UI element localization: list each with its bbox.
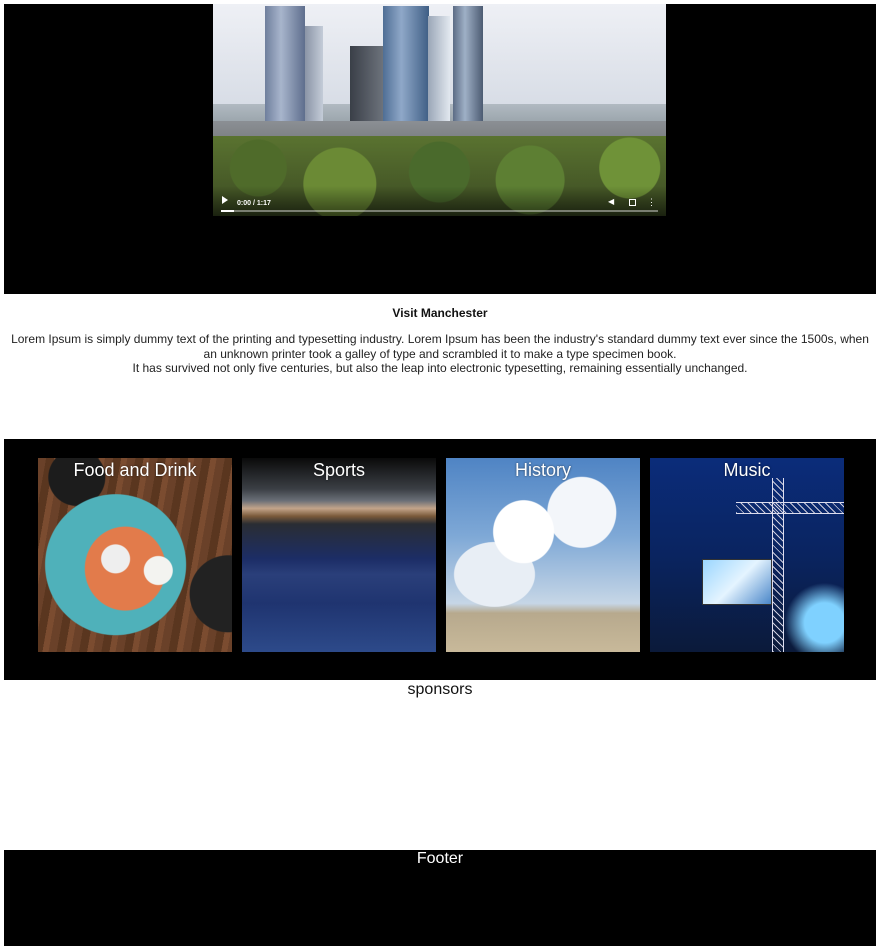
category-label: Music [723, 460, 771, 480]
video-progress-bar[interactable] [221, 210, 658, 212]
sponsors-heading: sponsors [407, 681, 473, 698]
footer-label: Footer [416, 850, 464, 867]
footer: Footer [4, 850, 876, 946]
category-tile-sports[interactable]: Sports [242, 458, 436, 652]
intro-description: Lorem Ipsum is simply dummy text of the … [4, 332, 876, 376]
category-label: Sports [312, 460, 366, 480]
category-tile-history[interactable]: History [446, 458, 640, 652]
category-label: Food and Drink [73, 460, 197, 480]
categories-section: Food and Drink Sports History Music [4, 439, 876, 680]
video-controls: 0:00 / 1:17 ◀ ⋮ [213, 186, 666, 216]
fullscreen-icon[interactable] [629, 199, 636, 206]
video-player[interactable]: 0:00 / 1:17 ◀ ⋮ [213, 4, 666, 216]
category-tile-food-and-drink[interactable]: Food and Drink [38, 458, 232, 652]
hero-section: 0:00 / 1:17 ◀ ⋮ [4, 4, 876, 294]
video-progress-fill [221, 210, 235, 212]
volume-icon[interactable]: ◀ [608, 198, 616, 206]
stage-truss [736, 502, 844, 514]
intro-paragraph-2: It has survived not only five centuries,… [132, 361, 748, 375]
stage-truss [772, 478, 784, 652]
play-icon[interactable] [222, 196, 228, 204]
intro-paragraph-1: Lorem Ipsum is simply dummy text of the … [11, 332, 869, 361]
video-time: 0:00 / 1:17 [237, 200, 271, 207]
more-options-icon[interactable]: ⋮ [647, 198, 656, 207]
category-label: History [514, 460, 571, 480]
page-title: Visit Manchester [392, 306, 488, 320]
stage-screen [702, 559, 772, 605]
category-tile-music[interactable]: Music [650, 458, 844, 652]
